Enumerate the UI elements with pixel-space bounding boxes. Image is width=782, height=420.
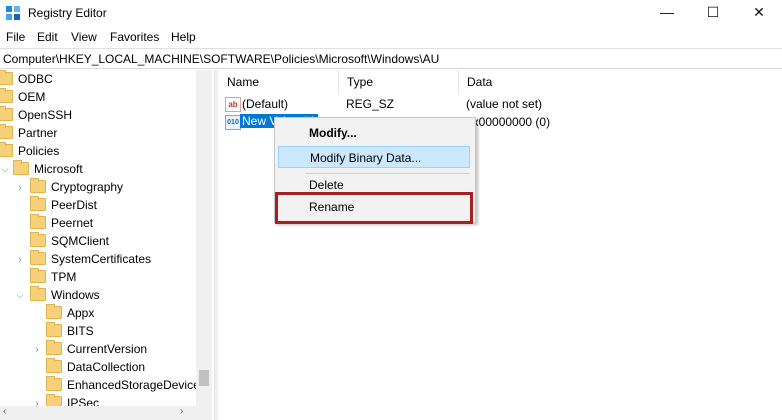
key-tree[interactable]: ODBC OEM OpenSSH Partner Policies ⌵ Micr… — [0, 70, 212, 420]
menu-file[interactable]: File — [6, 30, 25, 44]
menu-help[interactable]: Help — [171, 30, 196, 44]
folder-icon — [46, 322, 62, 337]
folder-icon — [0, 106, 13, 121]
menu-view[interactable]: View — [71, 30, 97, 44]
tree-item-appx[interactable]: Appx — [0, 304, 200, 322]
tree-item-label: Microsoft — [34, 162, 83, 176]
tree-item-openssh[interactable]: OpenSSH — [0, 106, 200, 124]
binary-value-icon: 010 — [225, 115, 241, 130]
column-header-name[interactable]: Name — [219, 70, 339, 94]
menu-favorites[interactable]: Favorites — [110, 30, 159, 44]
tree-item-label: Cryptography — [51, 180, 124, 194]
tree-item-windows[interactable]: ⌵ Windows — [0, 286, 200, 304]
tree-item-currentversion[interactable]: › CurrentVersion — [0, 340, 200, 358]
folder-icon — [13, 160, 29, 175]
folder-icon — [30, 286, 46, 301]
folder-icon — [0, 124, 13, 139]
folder-icon — [46, 304, 62, 319]
tree-item-cryptography[interactable]: › Cryptography — [0, 178, 200, 196]
folder-icon — [0, 70, 13, 85]
chevron-down-icon[interactable]: ⌵ — [15, 289, 25, 301]
tree-item-enhancedstoragedevices[interactable]: EnhancedStorageDevices — [0, 376, 206, 394]
tree-item-label: PeerDist — [51, 198, 98, 212]
folder-icon — [0, 142, 13, 157]
value-name: (Default) — [242, 97, 289, 111]
window-title: Registry Editor — [28, 6, 107, 20]
value-data: 0x00000000 (0) — [466, 115, 551, 129]
tree-item-label: DataCollection — [67, 360, 146, 374]
address-path[interactable]: Computer\HKEY_LOCAL_MACHINE\SOFTWARE\Pol… — [3, 52, 439, 66]
address-bar[interactable]: Computer\HKEY_LOCAL_MACHINE\SOFTWARE\Pol… — [0, 48, 782, 69]
tree-item-label: EnhancedStorageDevices — [67, 378, 206, 392]
folder-icon — [46, 358, 62, 373]
tree-item-peerdist[interactable]: PeerDist — [0, 196, 200, 214]
menu-edit[interactable]: Edit — [37, 30, 58, 44]
tree-vertical-scrollbar[interactable] — [196, 70, 212, 406]
scroll-right-icon[interactable]: › — [180, 406, 183, 417]
title-bar: Registry Editor — ☐ ✕ — [0, 0, 782, 26]
tree-item-bits[interactable]: BITS — [0, 322, 200, 340]
tree-item-partner[interactable]: Partner — [0, 124, 200, 142]
tree-item-sqmclient[interactable]: SQMClient — [0, 232, 200, 250]
context-modify[interactable]: Modify... — [278, 122, 470, 144]
tree-item-label: Windows — [51, 288, 100, 302]
rename-highlight-box — [275, 192, 473, 224]
tree-item-systemcertificates[interactable]: › SystemCertificates — [0, 250, 200, 268]
chevron-right-icon[interactable]: › — [15, 253, 25, 265]
tree-item-label: OEM — [18, 90, 46, 104]
tree-item-policies[interactable]: Policies — [0, 142, 200, 160]
tree-item-label: OpenSSH — [18, 108, 73, 122]
menu-bar: File Edit View Favorites Help — [0, 28, 782, 46]
tree-item-label: SystemCertificates — [51, 252, 152, 266]
folder-icon — [46, 376, 62, 391]
tree-item-datacollection[interactable]: DataCollection — [0, 358, 200, 376]
folder-icon — [0, 88, 13, 103]
tree-item-label: Policies — [18, 144, 60, 158]
column-header-data[interactable]: Data — [459, 70, 782, 94]
chevron-right-icon[interactable]: › — [32, 343, 42, 355]
tree-item-label: SQMClient — [51, 234, 110, 248]
tree-item-label: TPM — [51, 270, 77, 284]
value-data: (value not set) — [466, 97, 543, 111]
minimize-button[interactable]: — — [644, 0, 690, 26]
tree-item-label: ODBC — [18, 72, 53, 86]
tree-item-label: Appx — [67, 306, 95, 320]
tree-item-microsoft[interactable]: ⌵ Microsoft — [0, 160, 200, 178]
tree-item-label: Peernet — [51, 216, 94, 230]
folder-icon — [30, 268, 46, 283]
value-type: REG_SZ — [346, 97, 395, 111]
value-row[interactable]: ab (Default) REG_SZ (value not set) — [219, 95, 782, 113]
maximize-button[interactable]: ☐ — [690, 0, 736, 26]
tree-item-label: CurrentVersion — [67, 342, 148, 356]
tree-item-label: Partner — [18, 126, 58, 140]
context-modify-binary-data[interactable]: Modify Binary Data... — [278, 146, 470, 168]
folder-icon — [30, 214, 46, 229]
string-value-icon: ab — [225, 97, 241, 112]
folder-icon — [46, 340, 62, 355]
chevron-right-icon[interactable]: › — [15, 181, 25, 193]
close-button[interactable]: ✕ — [736, 0, 782, 26]
tree-item-tpm[interactable]: TPM — [0, 268, 200, 286]
pane-splitter[interactable] — [214, 70, 218, 420]
tree-item-oem[interactable]: OEM — [0, 88, 200, 106]
tree-scroll-thumb[interactable] — [199, 370, 209, 386]
tree-item-label: BITS — [67, 324, 94, 338]
tree-item-odbc[interactable]: ODBC — [0, 70, 200, 88]
folder-icon — [30, 250, 46, 265]
registry-editor-icon — [6, 6, 20, 20]
folder-icon — [30, 196, 46, 211]
tree-horizontal-scrollbar[interactable]: ‹ › — [0, 406, 212, 420]
folder-icon — [30, 232, 46, 247]
folder-icon — [30, 178, 46, 193]
tree-item-peernet[interactable]: Peernet — [0, 214, 200, 232]
column-header-type[interactable]: Type — [339, 70, 459, 94]
scroll-left-icon[interactable]: ‹ — [3, 406, 6, 417]
chevron-down-icon[interactable]: ⌵ — [0, 163, 10, 175]
